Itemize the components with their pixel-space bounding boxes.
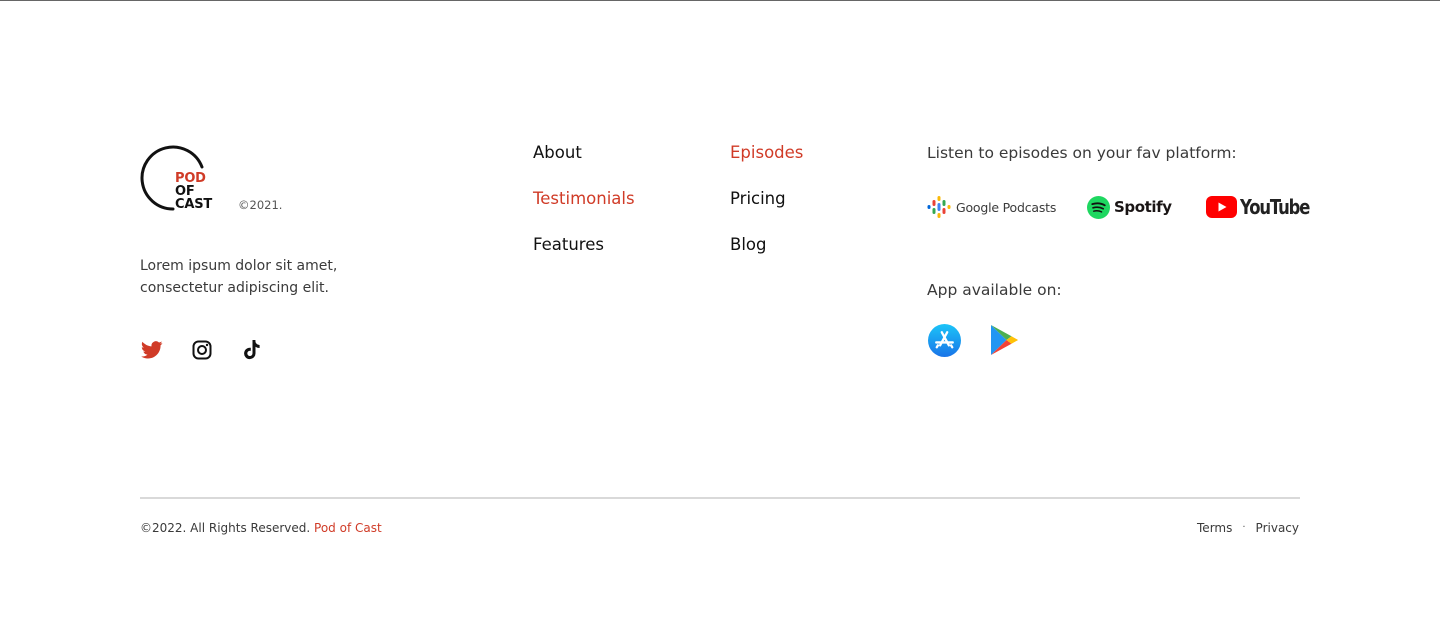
top-divider	[0, 0, 1440, 1]
instagram-icon[interactable]	[190, 339, 214, 361]
footer-divider	[140, 497, 1300, 499]
copyright-notice: ©2022. All Rights Reserved. Pod of Cast	[140, 520, 382, 536]
youtube-icon	[1206, 196, 1237, 218]
nav-link-testimonials[interactable]: Testimonials	[533, 188, 635, 210]
nav-link-pricing[interactable]: Pricing	[730, 188, 803, 210]
legal-separator: ·	[1242, 522, 1246, 533]
tagline-line-1: Lorem ipsum dolor sit amet,	[140, 258, 338, 274]
nav-link-about[interactable]: About	[533, 142, 635, 164]
footer-nav-column-1: About Testimonials Features	[533, 142, 635, 280]
footer-brand: POD OF CAST ©2021. Lorem ipsum dolor sit…	[140, 143, 460, 360]
legal-links: Terms · Privacy	[1197, 520, 1299, 536]
nav-link-blog[interactable]: Blog	[730, 234, 803, 256]
google-podcasts-link[interactable]: Google Podcasts	[927, 193, 1056, 221]
google-play-icon[interactable]	[987, 323, 1021, 357]
tiktok-icon[interactable]	[240, 339, 264, 361]
podcast-platforms: Google Podcasts Spotify YouTube	[927, 193, 1310, 221]
nav-link-episodes[interactable]: Episodes	[730, 142, 803, 164]
logo-word-cast: CAST	[175, 197, 213, 212]
footer-nav-column-2: Episodes Pricing Blog	[730, 142, 803, 280]
youtube-label: YouTube	[1240, 195, 1310, 219]
app-store-icon[interactable]	[927, 323, 961, 357]
platforms-heading: Listen to episodes on your fav platform:	[927, 144, 1237, 162]
app-available-heading: App available on:	[927, 281, 1062, 299]
brand-name-link[interactable]: Pod of Cast	[314, 521, 382, 535]
platforms-section: Listen to episodes on your fav platform:…	[927, 142, 1310, 357]
app-store-links	[927, 323, 1021, 357]
social-links	[140, 339, 264, 361]
twitter-icon[interactable]	[140, 339, 164, 361]
logo-year-note: ©2021.	[238, 198, 283, 212]
spotify-link[interactable]: Spotify	[1087, 193, 1172, 221]
google-podcasts-icon	[927, 196, 951, 218]
tagline-line-2: consectetur adipiscing elit.	[140, 280, 329, 296]
terms-link[interactable]: Terms	[1197, 520, 1232, 536]
privacy-link[interactable]: Privacy	[1256, 520, 1299, 536]
brand-tagline: Lorem ipsum dolor sit amet, consectetur …	[140, 255, 400, 299]
spotify-label: Spotify	[1114, 198, 1172, 216]
youtube-link[interactable]: YouTube	[1206, 193, 1324, 221]
spotify-icon	[1087, 195, 1110, 219]
pod-of-cast-logo[interactable]: POD OF CAST	[140, 143, 236, 211]
copyright-text: ©2022. All Rights Reserved.	[140, 521, 311, 535]
nav-link-features[interactable]: Features	[533, 234, 635, 256]
google-podcasts-label: Google Podcasts	[956, 199, 1057, 215]
